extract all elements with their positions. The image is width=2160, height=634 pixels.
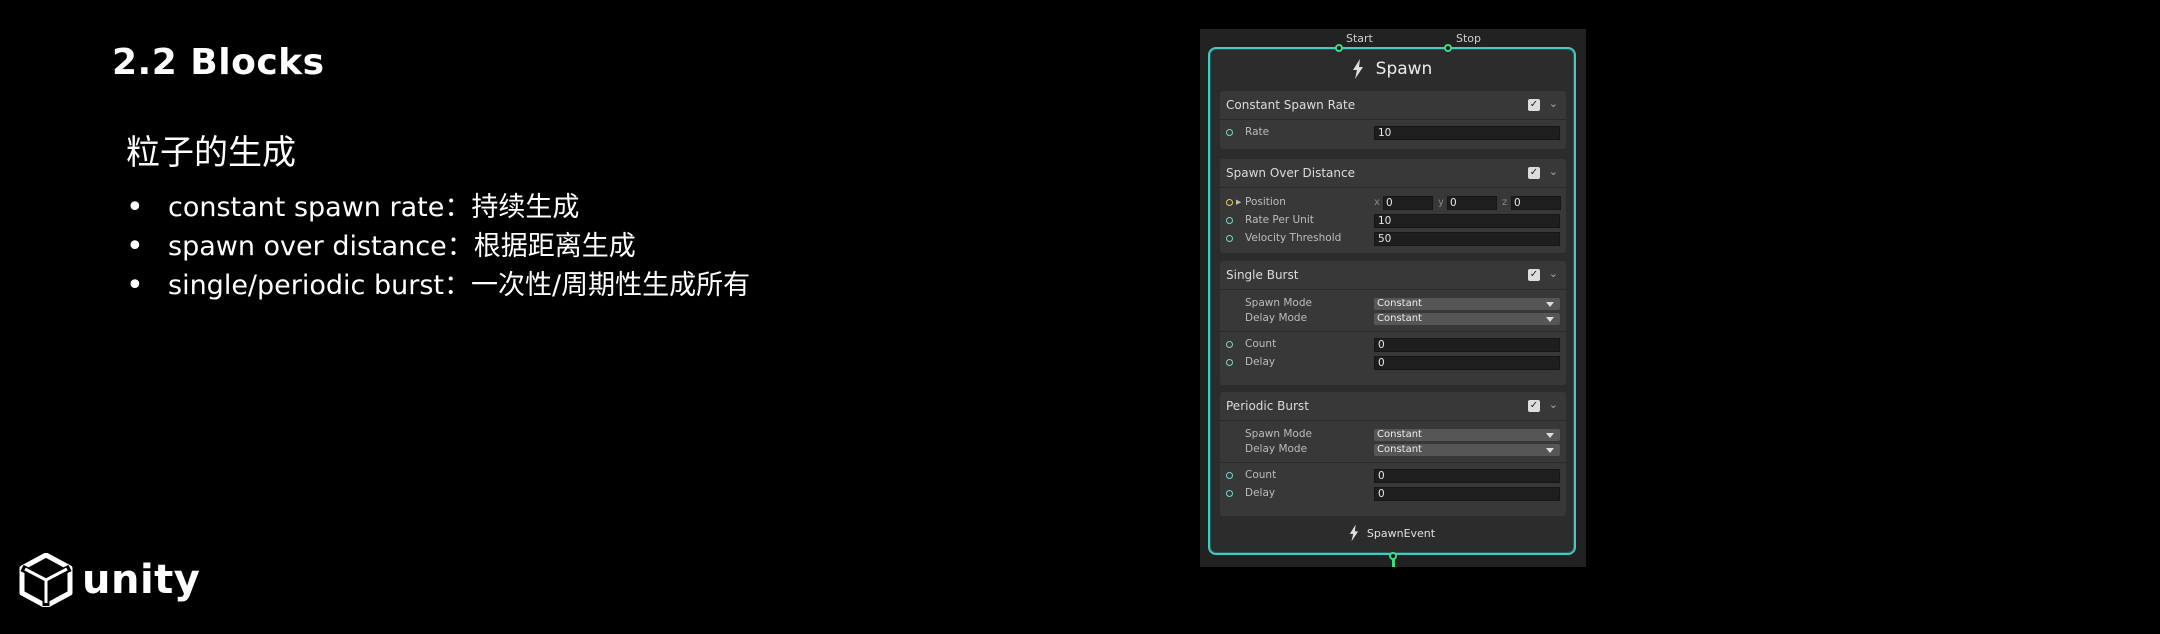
expand-arrow-icon[interactable]: ▸ xyxy=(1236,196,1241,208)
spawn-mode-label: Spawn Mode xyxy=(1245,428,1312,440)
slide-title: 2.2 Blocks xyxy=(112,42,325,83)
position-label: Position xyxy=(1245,196,1286,208)
x-axis-label: x xyxy=(1374,197,1380,208)
spawn-mode-dropdown[interactable]: Constant xyxy=(1374,429,1560,441)
block-title: Single Burst xyxy=(1226,268,1299,282)
position-y-field[interactable]: 0 xyxy=(1447,196,1497,210)
block-title: Constant Spawn Rate xyxy=(1226,98,1356,112)
input-slot-port[interactable] xyxy=(1226,235,1233,242)
y-axis-label: y xyxy=(1438,197,1444,208)
slide-subtitle: 粒子的生成 xyxy=(126,133,296,173)
delay-mode-dropdown[interactable]: Constant xyxy=(1374,313,1560,325)
block-header[interactable]: Constant Spawn Rate ✓ ⌄ xyxy=(1220,91,1566,120)
rate-field[interactable]: 10 xyxy=(1374,126,1560,140)
unity-logo: unity xyxy=(18,553,200,607)
bullet-list: constant spawn rate：持续生成 spawn over dist… xyxy=(126,188,750,305)
delay-field[interactable]: 0 xyxy=(1374,487,1560,501)
spawn-mode-label: Spawn Mode xyxy=(1245,297,1312,309)
input-slot-port[interactable] xyxy=(1226,199,1233,206)
enable-checkbox[interactable]: ✓ xyxy=(1528,99,1540,111)
count-row: Count 0 xyxy=(1220,336,1566,354)
velocity-threshold-label: Velocity Threshold xyxy=(1245,232,1342,244)
divider xyxy=(1220,462,1566,463)
delay-field[interactable]: 0 xyxy=(1374,356,1560,370)
input-slot-port[interactable] xyxy=(1226,341,1233,348)
start-port-label: Start xyxy=(1346,32,1373,45)
chevron-down-icon[interactable]: ⌄ xyxy=(1549,97,1558,110)
lightning-icon xyxy=(1349,524,1359,542)
output-flow-edge xyxy=(1392,559,1395,567)
rate-label: Rate xyxy=(1245,126,1270,138)
position-z[interactable]: z 0 xyxy=(1502,196,1561,210)
count-row: Count 0 xyxy=(1220,467,1566,485)
velocity-threshold-row: Velocity Threshold 50 xyxy=(1220,230,1566,248)
chevron-down-icon[interactable]: ⌄ xyxy=(1549,267,1558,280)
divider xyxy=(1220,331,1566,332)
bullet-item: constant spawn rate：持续生成 xyxy=(126,188,750,227)
input-slot-port[interactable] xyxy=(1226,359,1233,366)
block-header[interactable]: Periodic Burst ✓ ⌄ xyxy=(1220,392,1566,421)
rate-per-unit-row: Rate Per Unit 10 xyxy=(1220,212,1566,230)
block-header[interactable]: Single Burst ✓ ⌄ xyxy=(1220,261,1566,290)
delay-mode-label: Delay Mode xyxy=(1245,443,1308,455)
chevron-down-icon[interactable]: ⌄ xyxy=(1549,165,1558,178)
spawn-mode-row: Spawn Mode Constant xyxy=(1220,295,1566,310)
stop-flow-port[interactable] xyxy=(1444,44,1452,52)
delay-mode-label: Delay Mode xyxy=(1245,312,1308,324)
count-label: Count xyxy=(1245,338,1277,350)
block-title: Periodic Burst xyxy=(1226,399,1309,413)
spawn-over-distance-block[interactable]: Spawn Over Distance ✓ ⌄ ▸ Position x 0 y… xyxy=(1220,159,1566,253)
input-slot-port[interactable] xyxy=(1226,129,1233,136)
count-field[interactable]: 0 xyxy=(1374,338,1560,352)
rate-per-unit-field[interactable]: 10 xyxy=(1374,214,1560,228)
rate-per-unit-label: Rate Per Unit xyxy=(1245,214,1314,226)
node-title: Spawn xyxy=(1375,59,1433,79)
position-y[interactable]: y 0 xyxy=(1438,196,1497,210)
delay-label: Delay xyxy=(1245,487,1276,499)
periodic-burst-block[interactable]: Periodic Burst ✓ ⌄ Spawn Mode Constant D… xyxy=(1220,392,1566,516)
velocity-threshold-field[interactable]: 50 xyxy=(1374,232,1560,246)
input-slot-port[interactable] xyxy=(1226,217,1233,224)
bullet-item: single/periodic burst：一次性/周期性生成所有 xyxy=(126,266,750,305)
block-header[interactable]: Spawn Over Distance ✓ ⌄ xyxy=(1220,159,1566,188)
delay-mode-row: Delay Mode Constant xyxy=(1220,441,1566,456)
count-label: Count xyxy=(1245,469,1277,481)
rate-row: Rate 10 xyxy=(1220,124,1566,142)
count-field[interactable]: 0 xyxy=(1374,469,1560,483)
lightning-icon xyxy=(1352,59,1363,79)
start-flow-port[interactable] xyxy=(1335,44,1343,52)
vfx-spawn-node-panel: Start Stop Spawn Constant Spawn Rate ✓ ⌄… xyxy=(1200,29,1586,567)
delay-mode-dropdown[interactable]: Constant xyxy=(1374,444,1560,456)
input-slot-port[interactable] xyxy=(1226,472,1233,479)
spawn-event-output: SpawnEvent xyxy=(1210,521,1574,545)
enable-checkbox[interactable]: ✓ xyxy=(1528,400,1540,412)
spawn-context-node[interactable]: Spawn Constant Spawn Rate ✓ ⌄ Rate 10 Sp… xyxy=(1208,47,1576,555)
spawn-event-label: SpawnEvent xyxy=(1366,526,1436,540)
enable-checkbox[interactable]: ✓ xyxy=(1528,269,1540,281)
delay-row: Delay 0 xyxy=(1220,354,1566,372)
delay-label: Delay xyxy=(1245,356,1276,368)
position-row: ▸ Position x 0 y 0 z 0 xyxy=(1220,194,1566,212)
chevron-down-icon[interactable]: ⌄ xyxy=(1549,398,1558,411)
unity-logo-icon xyxy=(19,553,73,607)
constant-spawn-rate-block[interactable]: Constant Spawn Rate ✓ ⌄ Rate 10 xyxy=(1220,91,1566,149)
delay-row: Delay 0 xyxy=(1220,485,1566,503)
logo-text: unity xyxy=(82,557,201,603)
position-x[interactable]: x 0 xyxy=(1374,196,1433,210)
input-slot-port[interactable] xyxy=(1226,490,1233,497)
position-z-field[interactable]: 0 xyxy=(1511,196,1561,210)
bullet-item: spawn over distance：根据距离生成 xyxy=(126,227,750,266)
stop-port-label: Stop xyxy=(1456,32,1482,45)
block-title: Spawn Over Distance xyxy=(1226,166,1355,180)
output-flow-port[interactable] xyxy=(1389,552,1397,560)
spawn-mode-dropdown[interactable]: Constant xyxy=(1374,298,1560,310)
single-burst-block[interactable]: Single Burst ✓ ⌄ Spawn Mode Constant Del… xyxy=(1220,261,1566,385)
delay-mode-row: Delay Mode Constant xyxy=(1220,310,1566,325)
spawn-mode-row: Spawn Mode Constant xyxy=(1220,426,1566,441)
z-axis-label: z xyxy=(1502,197,1508,208)
node-header: Spawn xyxy=(1210,55,1574,83)
position-x-field[interactable]: 0 xyxy=(1383,196,1433,210)
enable-checkbox[interactable]: ✓ xyxy=(1528,167,1540,179)
